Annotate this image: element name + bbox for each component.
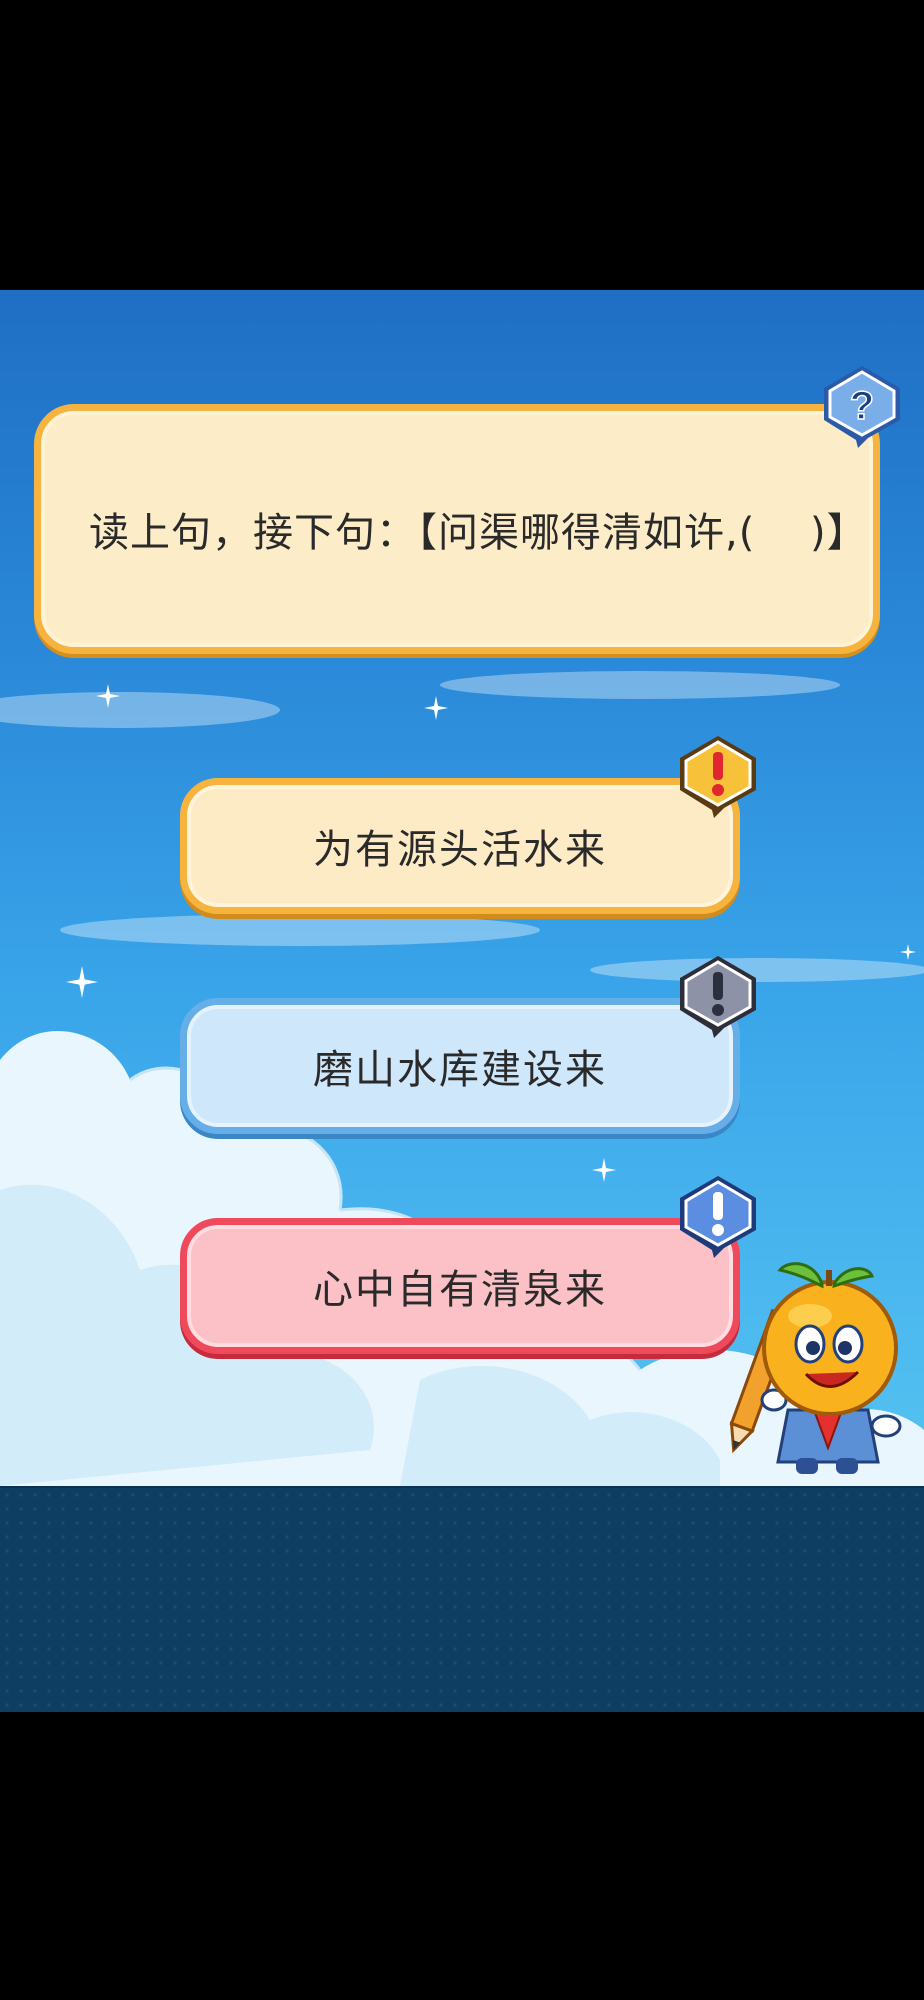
game-area: 读上句，接下句：【问渠哪得清如许,( )】 ? 为有源头活水来 磨山水库建设来 (0, 290, 924, 1486)
answer-option-1[interactable]: 为有源头活水来 (180, 778, 740, 914)
answer-option-label: 心中自有清泉来 (313, 1267, 607, 1313)
orange-mascot-icon (729, 1262, 902, 1474)
bottom-panel (0, 1486, 924, 1714)
sparkle-icon (66, 966, 98, 998)
sparkle-icon (96, 684, 120, 708)
answer-option-label: 为有源头活水来 (313, 827, 607, 873)
answer-option-3[interactable]: 心中自有清泉来 (180, 1218, 740, 1354)
screen: 读上句，接下句：【问渠哪得清如许,( )】 ? 为有源头活水来 磨山水库建设来 (0, 0, 924, 2000)
svg-text:?: ? (850, 384, 874, 428)
answer-option-2[interactable]: 磨山水库建设来 (180, 998, 740, 1134)
sparkle-icon (424, 696, 448, 720)
top-letterbox (0, 0, 924, 290)
sparkle-icon (592, 1158, 616, 1182)
question-box: 读上句，接下句：【问渠哪得清如许,( )】 (34, 404, 880, 654)
question-mark-icon: ? (824, 366, 900, 448)
question-text: 读上句，接下句：【问渠哪得清如许,( )】 (89, 510, 868, 556)
exclamation-gray-icon (680, 956, 756, 1038)
exclamation-red-icon (680, 736, 756, 818)
answer-option-label: 磨山水库建设来 (313, 1047, 607, 1093)
bottom-letterbox (0, 1712, 924, 2000)
sparkle-icon (900, 944, 916, 960)
